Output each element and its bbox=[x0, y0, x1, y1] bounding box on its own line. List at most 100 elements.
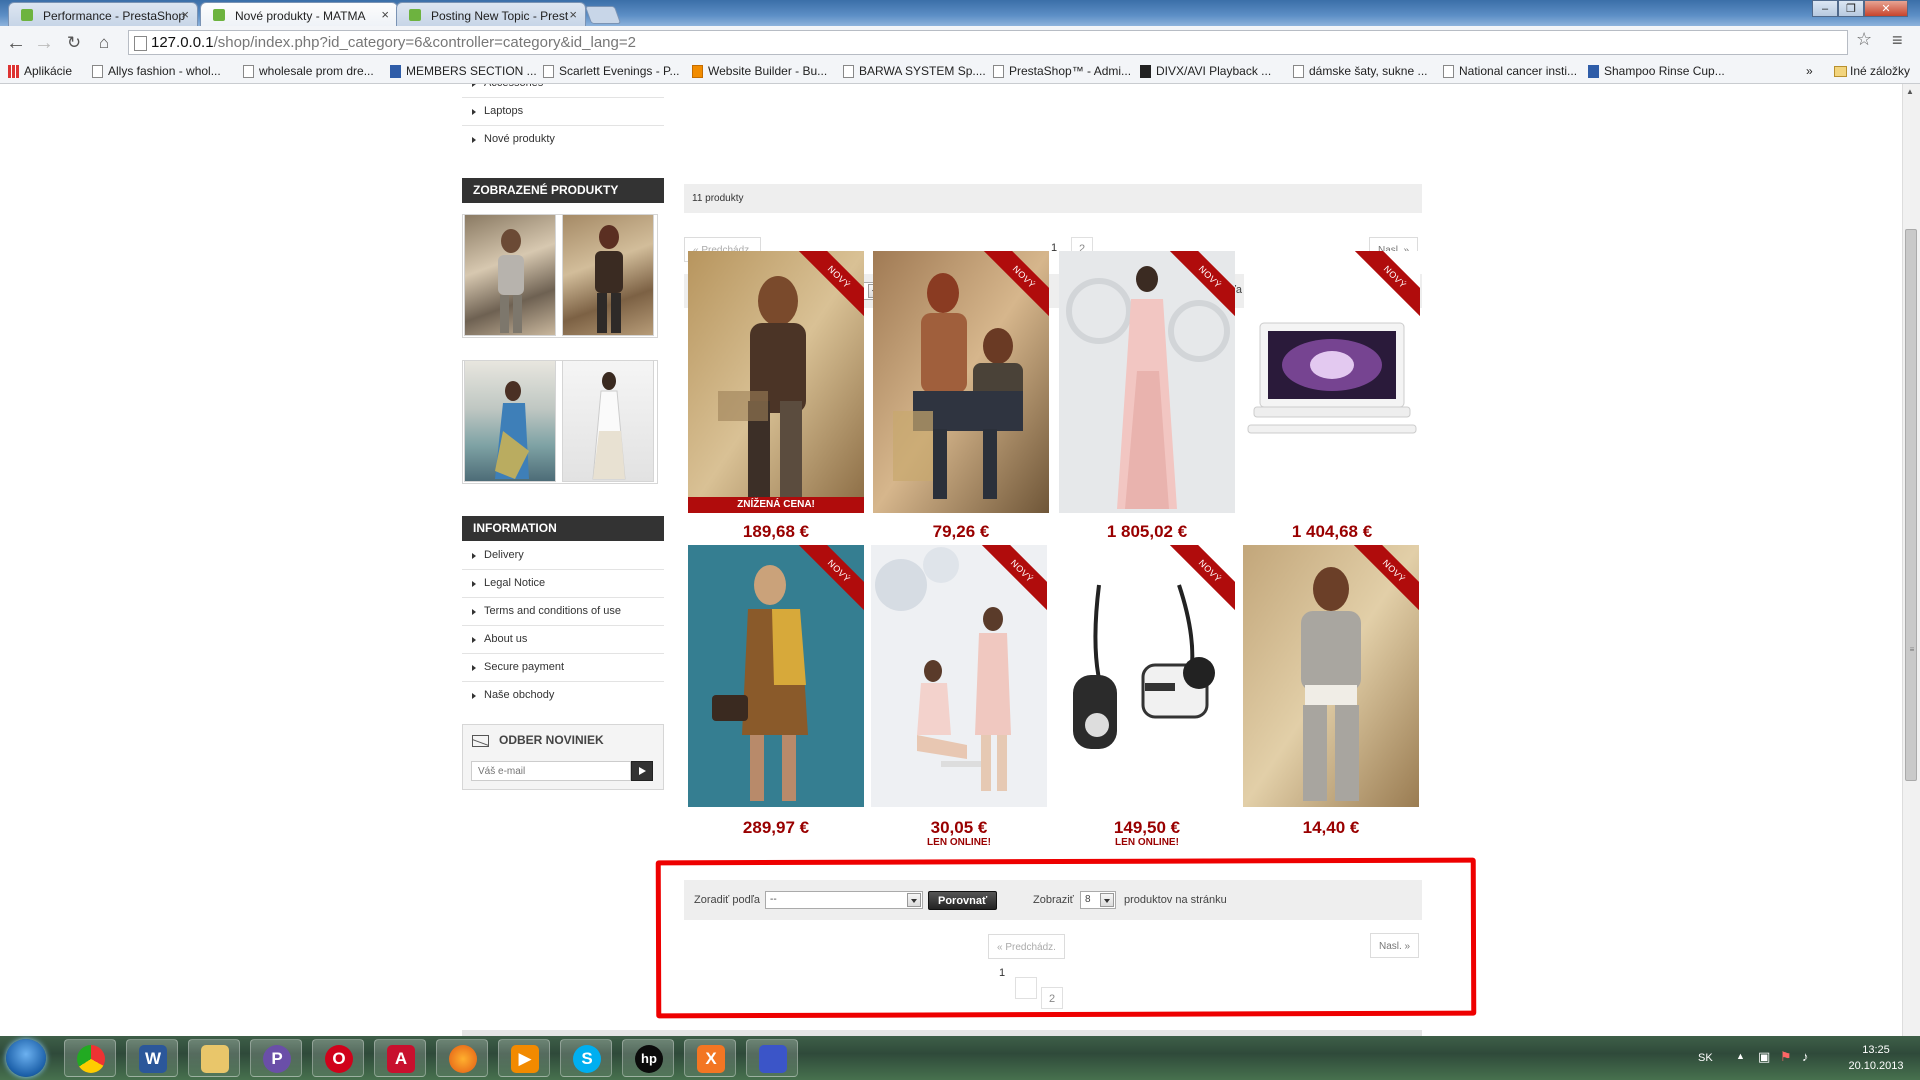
taskbar-media-player[interactable]: ▶ bbox=[498, 1039, 550, 1077]
close-tab-icon[interactable]: × bbox=[569, 7, 577, 22]
product-price: 149,50 € bbox=[1113, 818, 1181, 837]
bookmark-divx[interactable]: DIVX/AVI Playback ... bbox=[1140, 64, 1271, 78]
bookmark-national-cancer[interactable]: National cancer insti... bbox=[1443, 64, 1577, 78]
language-indicator[interactable]: SK bbox=[1698, 1052, 1713, 1064]
tab-nove-produkty[interactable]: Nové produkty - MATMA × bbox=[200, 2, 398, 27]
product-card[interactable]: NOVÝ bbox=[1243, 545, 1419, 807]
clock-time[interactable]: 13:25 bbox=[1846, 1044, 1906, 1056]
bookmark-damske-saty[interactable]: dámske šaty, sukne ... bbox=[1293, 64, 1428, 78]
taskbar-save[interactable] bbox=[746, 1039, 798, 1077]
opera-icon: O bbox=[325, 1045, 353, 1073]
forward-arrow-icon[interactable]: → bbox=[32, 31, 56, 55]
close-tab-icon[interactable]: × bbox=[381, 7, 389, 22]
category-laptops[interactable]: Laptops bbox=[462, 98, 664, 126]
bookmark-website-builder[interactable]: Website Builder - Bu... bbox=[692, 64, 827, 78]
page-content: Accessories Laptops Nové produkty ZOBRAZ… bbox=[0, 84, 1920, 1036]
divx-icon bbox=[1140, 65, 1151, 78]
network-icon[interactable]: ▣ bbox=[1758, 1049, 1770, 1065]
info-link-secure-payment[interactable]: Secure payment bbox=[462, 654, 664, 682]
apps-icon bbox=[8, 65, 19, 78]
bookmark-scarlett[interactable]: Scarlett Evenings - P... bbox=[543, 64, 680, 78]
tab-performance[interactable]: Performance - PrestaShop × bbox=[8, 2, 198, 26]
maximize-button[interactable]: ❐ bbox=[1838, 0, 1864, 17]
viewed-product-thumb[interactable] bbox=[464, 214, 556, 336]
windows-taskbar: W P O A ▶ S hp X SK ▲ ▣ ⚑ ♪ 13:25 20.10.… bbox=[0, 1036, 1920, 1080]
bookmark-wholesale[interactable]: wholesale prom dre... bbox=[243, 64, 374, 78]
prestashop-favicon-icon bbox=[213, 9, 225, 21]
category-nove-produkty[interactable]: Nové produkty bbox=[462, 126, 664, 153]
taskbar-opera[interactable]: O bbox=[312, 1039, 364, 1077]
info-link-terms[interactable]: Terms and conditions of use bbox=[462, 598, 664, 626]
bookmark-allys[interactable]: Allys fashion - whol... bbox=[92, 64, 221, 78]
woman-figure-icon bbox=[495, 381, 529, 479]
product-count: 11 produkty bbox=[692, 193, 744, 204]
info-link-nase-obchody[interactable]: Naše obchody bbox=[462, 682, 664, 709]
address-bar[interactable]: 127.0.0.1/shop/index.php?id_category=6&c… bbox=[128, 30, 1848, 55]
url-host: 127.0.0.1 bbox=[151, 34, 214, 51]
viewed-product-thumb[interactable] bbox=[464, 360, 556, 482]
product-price: 289,97 € bbox=[742, 818, 810, 837]
tray-expand-icon[interactable]: ▲ bbox=[1736, 1051, 1745, 1061]
explorer-icon bbox=[201, 1045, 229, 1073]
info-link-legal-notice[interactable]: Legal Notice bbox=[462, 570, 664, 598]
volume-icon[interactable]: ♪ bbox=[1802, 1049, 1809, 1064]
close-window-button[interactable]: ✕ bbox=[1864, 0, 1908, 17]
newsletter-email-input[interactable] bbox=[471, 761, 631, 781]
product-card[interactable]: NOVÝ bbox=[1244, 251, 1420, 513]
taskbar-xampp[interactable]: X bbox=[684, 1039, 736, 1077]
bookmark-shampoo[interactable]: Shampoo Rinse Cup... bbox=[1588, 64, 1725, 78]
product-card[interactable]: NOVÝ bbox=[1059, 545, 1235, 807]
clock-date[interactable]: 20.10.2013 bbox=[1836, 1060, 1916, 1072]
product-card[interactable]: NOVÝ bbox=[688, 545, 864, 807]
bookmark-apps[interactable]: Aplikácie bbox=[8, 64, 72, 78]
product-card[interactable]: NOVÝ bbox=[871, 545, 1047, 807]
category-list: Accessories Laptops Nové produkty bbox=[462, 84, 664, 153]
new-tab-button[interactable] bbox=[584, 6, 622, 24]
builder-icon bbox=[692, 65, 703, 78]
bookmark-star-icon[interactable]: ☆ bbox=[1856, 29, 1872, 50]
back-arrow-icon[interactable]: ← bbox=[4, 31, 28, 55]
bookmarks-overflow-button[interactable]: » bbox=[1806, 64, 1813, 78]
xampp-icon: X bbox=[697, 1045, 725, 1073]
product-card[interactable]: NOVÝ bbox=[873, 251, 1049, 513]
other-bookmarks-folder[interactable]: Iné záložky bbox=[1834, 64, 1910, 78]
close-tab-icon[interactable]: × bbox=[181, 7, 189, 22]
bookmark-members[interactable]: MEMBERS SECTION ... bbox=[390, 64, 537, 78]
product-card[interactable]: NOVÝ ZNÍŽENÁ CENA! bbox=[688, 251, 864, 513]
woman-figure-icon bbox=[498, 229, 524, 333]
tab-posting-new-topic[interactable]: Posting New Topic - Prest × bbox=[396, 2, 586, 26]
action-center-icon[interactable]: ⚑ bbox=[1780, 1049, 1792, 1065]
viewed-product-thumb[interactable] bbox=[562, 360, 654, 482]
taskbar-explorer[interactable] bbox=[188, 1039, 240, 1077]
product-count-bar: 11 produkty bbox=[684, 184, 1422, 213]
bookmark-barwa[interactable]: BARWA SYSTEM Sp.... bbox=[843, 64, 986, 78]
page-scrollbar[interactable]: ▲ ≡ bbox=[1902, 84, 1920, 1036]
taskbar-pidgin[interactable]: P bbox=[250, 1039, 302, 1077]
taskbar-skype[interactable]: S bbox=[560, 1039, 612, 1077]
taskbar-firefox[interactable] bbox=[436, 1039, 488, 1077]
prestashop-favicon-icon bbox=[21, 9, 33, 21]
scroll-up-icon[interactable]: ▲ bbox=[1906, 87, 1914, 96]
acrobat-icon: A bbox=[387, 1045, 415, 1073]
info-link-delivery[interactable]: Delivery bbox=[462, 542, 664, 570]
taskbar-chrome[interactable] bbox=[64, 1039, 116, 1077]
taskbar-acrobat[interactable]: A bbox=[374, 1039, 426, 1077]
taskbar-hp[interactable]: hp bbox=[622, 1039, 674, 1077]
minimize-button[interactable]: – bbox=[1812, 0, 1838, 17]
bookmark-label: MEMBERS SECTION ... bbox=[406, 64, 537, 78]
start-button[interactable] bbox=[6, 1039, 46, 1077]
taskbar-word[interactable]: W bbox=[126, 1039, 178, 1077]
chrome-menu-icon[interactable]: ≡ bbox=[1892, 30, 1903, 51]
highlight-annotation bbox=[655, 857, 1477, 1019]
viewed-product-thumb[interactable] bbox=[562, 214, 654, 336]
bookmark-prestashop[interactable]: PrestaShop™ - Admi... bbox=[993, 64, 1131, 78]
newsletter-submit-button[interactable] bbox=[631, 761, 653, 781]
product-card[interactable]: NOVÝ bbox=[1059, 251, 1235, 513]
info-link-about-us[interactable]: About us bbox=[462, 626, 664, 654]
reload-icon[interactable]: ↻ bbox=[62, 31, 86, 55]
woman-figure-icon bbox=[595, 225, 623, 333]
information-links: Delivery Legal Notice Terms and conditio… bbox=[462, 542, 664, 709]
category-accessories[interactable]: Accessories bbox=[462, 84, 664, 98]
scrollbar-thumb[interactable]: ≡ bbox=[1905, 229, 1917, 781]
home-icon[interactable]: ⌂ bbox=[92, 31, 116, 55]
